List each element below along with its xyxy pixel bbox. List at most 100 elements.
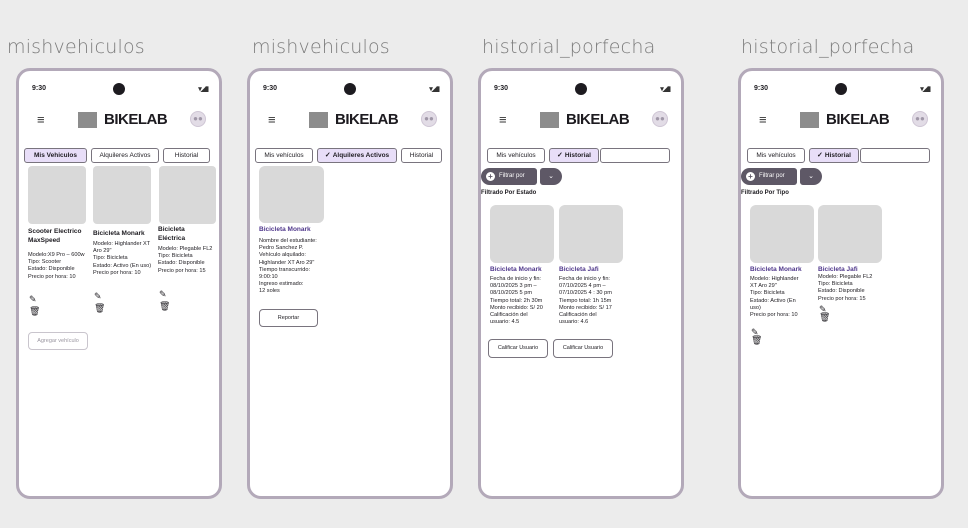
- vehicle-image: [259, 166, 324, 223]
- status-time: 9:30: [494, 85, 509, 92]
- edit-icon[interactable]: ✎: [159, 290, 167, 299]
- logo: [78, 112, 97, 128]
- camera-cutout: [113, 83, 125, 95]
- phone-alquileres-activos: 9:30 ▾◢▮ ≡ BIKELAB ●● Mis vehículos ✓ Alq…: [247, 68, 453, 499]
- edit-icon[interactable]: ✎: [29, 295, 37, 304]
- avatar[interactable]: ●●: [912, 111, 928, 127]
- tab-label: Mis vehículos: [756, 152, 796, 159]
- tab-mis-vehiculos[interactable]: Mis vehículos: [255, 148, 313, 163]
- frame-title: mishvehiculos: [7, 36, 145, 58]
- tab-mis-vehiculos[interactable]: Mis Vehiculos: [24, 148, 87, 163]
- tab-label: Mis vehículos: [264, 152, 304, 159]
- logo: [540, 112, 559, 128]
- status-time: 9:30: [32, 85, 47, 92]
- tab-label: Historial: [174, 152, 199, 159]
- vehicle-details: Modelo: Plegable FL2 Tipo: Bicicleta Est…: [818, 274, 873, 302]
- status-time: 9:30: [263, 85, 278, 92]
- trash-icon[interactable]: 🗑: [751, 336, 762, 345]
- vehicle-details: Modelo:X9 Pro – 600w Tipo: Scooter Estad…: [28, 252, 85, 280]
- signal-battery-icon: ▾◢▮: [660, 86, 671, 93]
- filter-button[interactable]: + Filtrar por: [481, 168, 537, 185]
- brand-title: BIKELAB: [335, 111, 399, 128]
- filter-chip[interactable]: + Filtrar por ⌄: [481, 168, 562, 185]
- signal-battery-icon: ▾◢▮: [429, 86, 440, 93]
- avatar[interactable]: ●●: [190, 111, 206, 127]
- logo: [800, 112, 819, 128]
- status-bar: 9:30 ▾◢▮: [741, 83, 941, 95]
- trash-icon[interactable]: 🗑: [29, 307, 40, 316]
- edit-icon[interactable]: ✎: [94, 292, 102, 301]
- brand-title: BIKELAB: [826, 111, 890, 128]
- report-button[interactable]: Reportar: [259, 309, 318, 327]
- vehicle-title: Bicicleta Eléctrica: [158, 226, 186, 242]
- vehicle-image: [159, 166, 216, 224]
- frame-title: historial_porfecha: [482, 36, 656, 58]
- signal-battery-icon: ▾◢▮: [198, 86, 209, 93]
- logo: [309, 112, 328, 128]
- signal-battery-icon: ▾◢▮: [920, 86, 931, 93]
- history-image: [490, 205, 554, 263]
- tab-mis-vehiculos[interactable]: Mis vehículos: [747, 148, 805, 163]
- history-image: [559, 205, 623, 263]
- tab-empty[interactable]: [860, 148, 930, 163]
- trash-icon[interactable]: 🗑: [819, 313, 830, 322]
- chevron-down-icon[interactable]: ⌄: [800, 168, 822, 185]
- add-vehicle-button[interactable]: Agregar vehículo: [28, 332, 88, 350]
- vehicle-image: [28, 166, 86, 224]
- phone-mis-vehiculos: 9:30 ▾◢▮ ≡ BIKELAB ●● Mis Vehiculos Alqu…: [16, 68, 222, 499]
- tab-label: Alquileres Activos: [332, 152, 390, 159]
- phone-historial-tipo: 9:30 ▾◢▮ ≡ BIKELAB ●● Mis vehículos ✓ His…: [738, 68, 944, 499]
- tab-historial[interactable]: Historial: [163, 148, 210, 163]
- vehicle-image: [818, 205, 882, 263]
- section-label: Filtrado Por Estado: [481, 190, 537, 196]
- rate-user-button[interactable]: Calificar Usuario: [488, 339, 548, 358]
- tab-empty[interactable]: [600, 148, 670, 163]
- tab-alquileres-activos[interactable]: ✓ Alquileres Activos: [317, 148, 397, 163]
- section-label: Filtrado Por Tipo: [741, 190, 789, 196]
- app-bar: ≡ BIKELAB ●●: [741, 111, 941, 131]
- tab-historial[interactable]: ✓ Historial: [549, 148, 599, 163]
- avatar[interactable]: ●●: [421, 111, 437, 127]
- chevron-down-icon[interactable]: ⌄: [540, 168, 562, 185]
- menu-icon[interactable]: ≡: [268, 112, 276, 127]
- tab-label: Mis vehículos: [496, 152, 536, 159]
- brand-title: BIKELAB: [566, 111, 630, 128]
- trash-icon[interactable]: 🗑: [94, 304, 105, 313]
- camera-cutout: [835, 83, 847, 95]
- rate-user-button[interactable]: Calificar Usuario: [553, 339, 613, 358]
- check-icon: ✓: [557, 152, 563, 159]
- frame-title: mishvehiculos: [252, 36, 390, 58]
- filter-label: Filtrar por: [499, 173, 525, 179]
- status-bar: 9:30 ▾◢▮: [19, 83, 219, 95]
- vehicle-title: Scooter Electrico MaxSpeed: [28, 228, 82, 244]
- tab-alquileres-activos[interactable]: Alquileres Activos: [91, 148, 159, 163]
- menu-icon[interactable]: ≡: [499, 112, 507, 127]
- status-bar: 9:30 ▾◢▮: [481, 83, 681, 95]
- app-bar: ≡ BIKELAB ●●: [481, 111, 681, 131]
- filter-chip[interactable]: + Filtrar por ⌄: [741, 168, 822, 185]
- filter-label: Filtrar por: [759, 173, 785, 179]
- menu-icon[interactable]: ≡: [37, 112, 45, 127]
- vehicle-title: Bicicleta Monark: [750, 266, 802, 273]
- status-time: 9:30: [754, 85, 769, 92]
- vehicle-details: Modelo: Highlander XT Aro 29" Tipo: Bici…: [93, 241, 152, 276]
- tab-bar: Mis vehículos ✓ Alquileres Activos Histor…: [255, 148, 446, 164]
- plus-circle-icon: +: [486, 172, 495, 181]
- history-details: Fecha de inicio y fin: 07/10/2025 4 pm –…: [559, 276, 612, 326]
- tab-bar: Mis vehículos ✓ Historial: [486, 148, 677, 164]
- menu-icon[interactable]: ≡: [759, 112, 767, 127]
- tab-bar: Mis Vehiculos Alquileres Activos Histori…: [24, 148, 215, 164]
- filter-button[interactable]: + Filtrar por: [741, 168, 797, 185]
- check-icon: ✓: [324, 152, 331, 159]
- history-title: Bicicleta Jafi: [559, 266, 599, 273]
- trash-icon[interactable]: 🗑: [159, 302, 170, 311]
- camera-cutout: [575, 83, 587, 95]
- rental-details: Nombre del estudiante: Pedro Sanchez P. …: [259, 238, 317, 295]
- tab-historial[interactable]: Historial: [401, 148, 442, 163]
- vehicle-image: [750, 205, 814, 263]
- vehicle-image: [93, 166, 151, 224]
- avatar[interactable]: ●●: [652, 111, 668, 127]
- phone-historial-estado: 9:30 ▾◢▮ ≡ BIKELAB ●● Mis vehículos ✓ His…: [478, 68, 684, 499]
- tab-mis-vehiculos[interactable]: Mis vehículos: [487, 148, 545, 163]
- tab-historial[interactable]: ✓ Historial: [809, 148, 859, 163]
